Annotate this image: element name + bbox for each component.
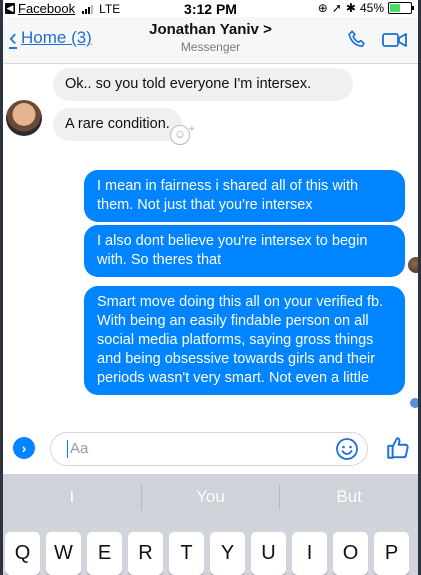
status-right: ⊕ ➚ ✱ 45% [317, 1, 414, 15]
key[interactable]: R [128, 532, 163, 575]
keyboard: I You But Q W E R T Y U I O P [3, 474, 418, 575]
emoji-icon[interactable] [335, 437, 359, 461]
prediction-suggestion[interactable]: You [142, 474, 280, 520]
add-reaction-icon[interactable]: ☺ [170, 125, 190, 145]
location-icon: ➚ [331, 1, 342, 15]
message-placeholder: Aa [70, 440, 89, 457]
incoming-message[interactable]: A rare condition. [53, 108, 182, 141]
key-row: Q W E R T Y U I O P [5, 532, 409, 575]
outgoing-message[interactable]: Smart move doing this all on your verifi… [84, 286, 405, 395]
messenger-screen: ◀ Facebook LTE 3:12 PM ⊕ ➚ ✱ 45% ‹ Home … [3, 0, 418, 575]
expand-actions-icon[interactable]: › [13, 437, 35, 459]
conversation-header: ‹ Home (3) Jonathan Yaniv > Messenger [3, 17, 418, 64]
battery-icon [388, 2, 414, 14]
key[interactable]: Y [210, 532, 245, 575]
thumbs-up-icon[interactable] [385, 435, 411, 461]
predictive-bar: I You But [3, 474, 418, 520]
header-actions [346, 29, 408, 51]
lock-rotation-icon: ⊕ [317, 1, 328, 15]
key[interactable]: E [87, 532, 122, 575]
message-input[interactable]: Aa [50, 432, 368, 466]
outgoing-message[interactable]: I mean in fairness i shared all of this … [84, 170, 405, 222]
plus-icon: + [189, 124, 195, 135]
battery-level [390, 4, 400, 12]
status-bar: ◀ Facebook LTE 3:12 PM ⊕ ➚ ✱ 45% [3, 0, 418, 17]
text-caret [67, 440, 68, 458]
key[interactable]: W [46, 532, 81, 575]
key[interactable]: O [333, 532, 368, 575]
key[interactable]: T [169, 532, 204, 575]
seen-avatar [408, 257, 418, 273]
avatar[interactable] [6, 100, 42, 136]
incoming-message[interactable]: Ok.. so you told everyone I'm intersex. [53, 68, 353, 101]
delivered-icon [410, 398, 418, 408]
composer-bar: › Aa [3, 424, 418, 472]
outgoing-message[interactable]: I also dont believe you're intersex to b… [84, 225, 405, 277]
message-list[interactable]: Ok.. so you told everyone I'm intersex. … [3, 64, 418, 424]
bluetooth-icon: ✱ [345, 1, 356, 15]
phone-icon[interactable] [346, 29, 368, 51]
prediction-suggestion[interactable]: I [3, 474, 141, 520]
battery-percent: 45% [359, 1, 384, 15]
key[interactable]: I [292, 532, 327, 575]
prediction-suggestion[interactable]: But [280, 474, 418, 520]
key[interactable]: Q [5, 532, 40, 575]
video-call-icon[interactable] [382, 29, 408, 51]
key[interactable]: U [251, 532, 286, 575]
key[interactable]: P [374, 532, 409, 575]
